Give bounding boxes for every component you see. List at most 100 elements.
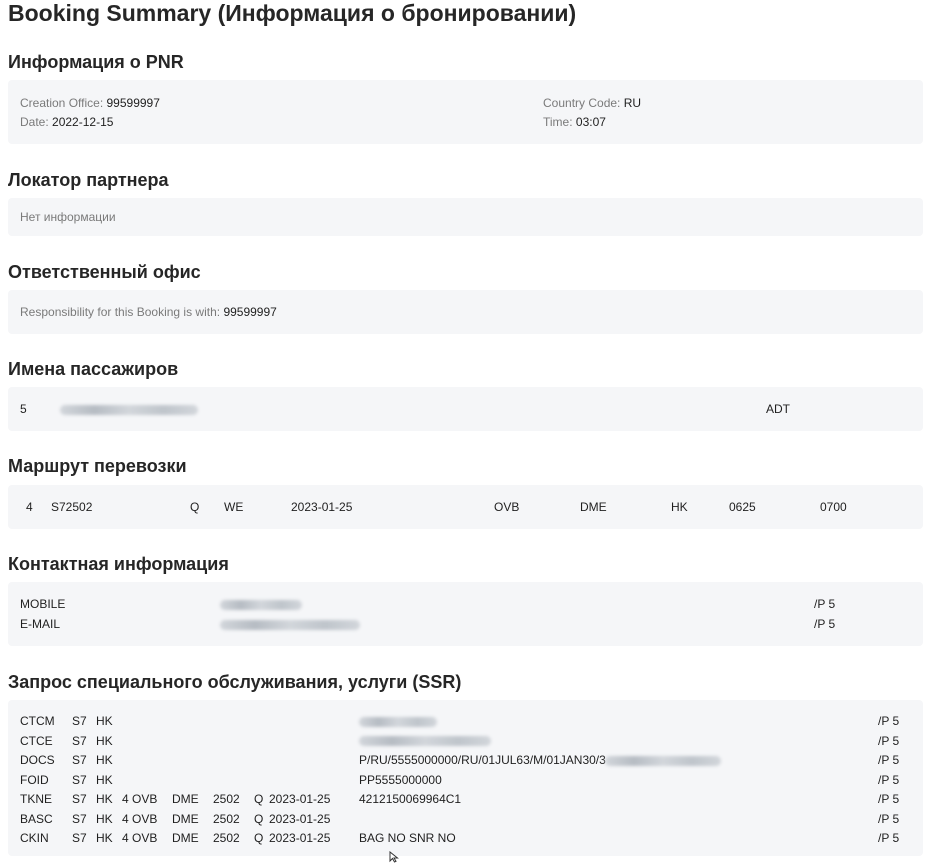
itinerary-title: Маршрут перевозки: [8, 456, 187, 476]
responsible-office-title: Ответственный офис: [8, 262, 201, 282]
date-value: 2022-12-15: [52, 115, 114, 129]
ssr-ref: /P 5: [878, 753, 900, 767]
ssr-code: CTCE: [20, 733, 53, 748]
ssr-ref: /P 5: [878, 733, 900, 748]
time-label: Time:: [543, 115, 573, 129]
ssr-status: HK: [96, 714, 113, 728]
ssr-docs-redacted: [605, 753, 721, 767]
ssr-origin: OVB: [132, 811, 158, 826]
mouse-cursor-icon: [389, 851, 399, 863]
passengers-card: 5 ADT: [8, 387, 923, 431]
ssr-segment: 4: [122, 792, 129, 806]
segment-destination: DME: [580, 500, 607, 514]
contact-type: E-MAIL: [20, 617, 61, 631]
passenger-name-redacted: [60, 402, 198, 416]
creation-office-field: Creation Office: 99599997: [20, 96, 160, 110]
ssr-code: DOCS: [20, 753, 55, 767]
passenger-type: ADT: [766, 402, 790, 416]
ssr-airline: S7: [72, 792, 87, 806]
ssr-status: HK: [96, 772, 113, 787]
ssr-ref: /P 5: [878, 811, 900, 826]
itinerary-card: 4 S72502 Q WE 2023-01-25 OVB DME HK 0625…: [8, 485, 923, 529]
responsible-office-card: Responsibility for this Booking is with:…: [8, 290, 923, 334]
ssr-code: FOID: [20, 772, 49, 787]
time-value: 03:07: [575, 115, 606, 129]
ssr-text: 4212150069964C1: [359, 792, 462, 806]
ssr-destination: DME: [172, 811, 199, 826]
responsibility-label: Responsibility for this Booking is with:: [20, 305, 221, 319]
segment-status: HK: [671, 500, 688, 514]
ssr-class: Q: [254, 831, 264, 845]
ssr-status: HK: [96, 831, 113, 845]
ssr-class: Q: [254, 811, 264, 826]
ssr-ref: /P 5: [878, 792, 900, 806]
passengers-title: Имена пассажиров: [8, 359, 179, 379]
ssr-code: BASC: [20, 811, 53, 826]
ssr-status: HK: [96, 733, 113, 748]
ssr-origin: OVB: [132, 831, 158, 845]
segment-flight: S72502: [51, 500, 93, 514]
ssr-destination: DME: [172, 831, 199, 845]
ssr-status: HK: [96, 811, 113, 826]
ssr-text: P/RU/5555000000/RU/01JUL63/M/01JAN30/3: [359, 753, 606, 767]
segment-day: WE: [224, 500, 244, 514]
creation-office-label: Creation Office:: [20, 96, 104, 110]
ssr-card: CTCM S7 HK/P 5 CTCE S7 HK/P 5 DOCS S7 HK P/RU/555…: [8, 700, 923, 856]
ssr-flight: 2502: [213, 831, 240, 845]
ssr-date: 2023-01-25: [269, 792, 331, 806]
ssr-status: HK: [96, 753, 113, 767]
ssr-airline: S7: [72, 772, 87, 787]
ssr-origin: OVB: [132, 792, 158, 806]
country-code-value: RU: [623, 96, 642, 110]
pnr-card: Creation Office: 99599997 Date: 2022-12-…: [8, 80, 923, 144]
partner-locator-title: Локатор партнера: [8, 170, 169, 190]
contact-value-redacted: [220, 617, 360, 631]
ssr-segment: 4: [122, 811, 129, 826]
date-label: Date:: [20, 115, 49, 129]
ssr-airline: S7: [72, 733, 87, 748]
contact-ref: /P 5: [814, 617, 836, 631]
ssr-title: Запрос специального обслуживания, услуги…: [8, 672, 462, 692]
ssr-airline: S7: [72, 831, 87, 845]
time-field: Time: 03:07: [543, 115, 606, 129]
ssr-ref: /P 5: [878, 714, 900, 728]
segment-arrival: 0700: [820, 500, 847, 514]
ssr-status: HK: [96, 792, 113, 806]
ssr-date: 2023-01-25: [269, 811, 331, 826]
ssr-text-redacted: [359, 734, 491, 748]
contact-type: MOBILE: [20, 597, 66, 611]
ssr-destination: DME: [172, 792, 199, 806]
ssr-text-redacted: [359, 714, 437, 728]
segment-date: 2023-01-25: [291, 500, 353, 514]
date-field: Date: 2022-12-15: [20, 115, 113, 129]
creation-office-value: 99599997: [106, 96, 160, 110]
ssr-airline: S7: [72, 714, 87, 728]
country-code-field: Country Code: RU: [543, 96, 641, 110]
partner-locator-card: Нет информации: [8, 198, 923, 236]
ssr-code: CTCM: [20, 714, 55, 728]
contact-ref: /P 5: [814, 597, 836, 611]
ssr-code: TKNE: [20, 792, 53, 806]
partner-locator-empty: Нет информации: [20, 210, 116, 224]
passenger-number: 5: [20, 402, 27, 416]
contacts-title: Контактная информация: [8, 554, 229, 574]
ssr-code: CKIN: [20, 831, 49, 845]
responsibility-value: 99599997: [223, 305, 277, 319]
ssr-ref: /P 5: [878, 831, 900, 845]
ssr-ref: /P 5: [878, 772, 900, 787]
ssr-flight: 2502: [213, 811, 240, 826]
segment-number: 4: [26, 500, 33, 514]
ssr-airline: S7: [72, 753, 87, 767]
ssr-class: Q: [254, 792, 264, 806]
ssr-segment: 4: [122, 831, 129, 845]
ssr-date: 2023-01-25: [269, 831, 331, 845]
segment-departure: 0625: [729, 500, 756, 514]
responsibility-field: Responsibility for this Booking is with:…: [20, 305, 277, 319]
pnr-section-title: Информация о PNR: [8, 52, 184, 72]
contacts-card: MOBILE /P 5 E-MAIL /P 5: [8, 582, 923, 646]
ssr-flight: 2502: [213, 792, 240, 806]
ssr-text: PP5555000000: [359, 772, 442, 787]
ssr-airline: S7: [72, 811, 87, 826]
segment-origin: OVB: [494, 500, 520, 514]
segment-class: Q: [190, 500, 200, 514]
